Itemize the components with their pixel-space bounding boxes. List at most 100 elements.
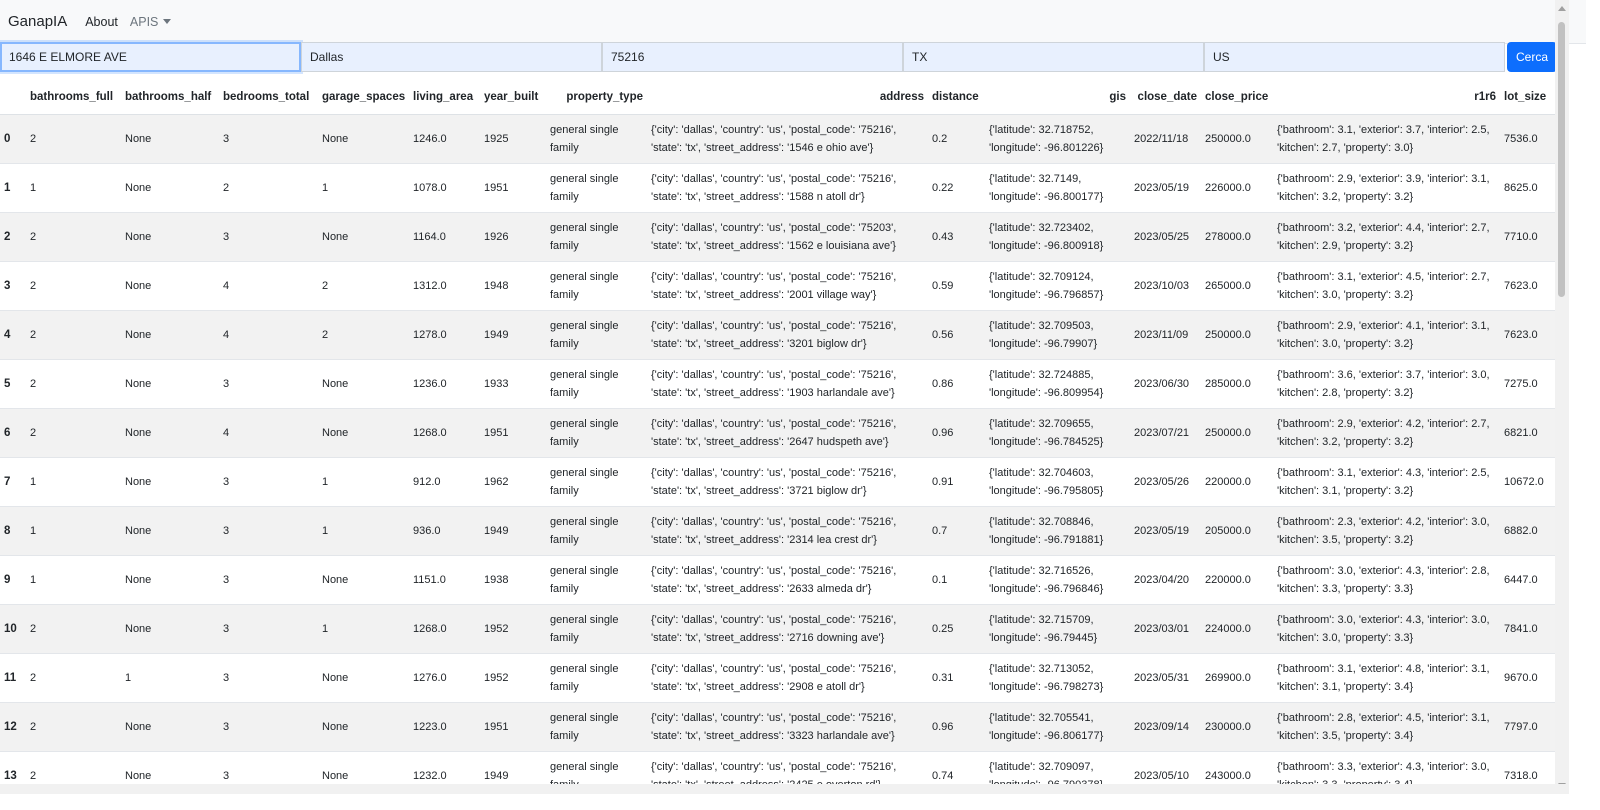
table-cell: 220000.0 [1201,457,1273,507]
table-cell: 0.1 [928,555,985,605]
table-cell: {'bathroom': 2.9, 'exterior': 4.2, 'inte… [1273,408,1500,458]
table-cell: general single family [546,653,647,703]
table-cell: None [121,359,219,409]
row-index: 0 [0,114,26,164]
search-button[interactable]: Cerca [1507,42,1557,72]
state-input[interactable] [903,42,1204,72]
header-cell: property_type [546,80,647,115]
table-row: 5 2 None 3 None 1236.0 1933 general single fami… [0,359,1555,409]
table-cell: 7536.0 [1500,114,1555,164]
table-cell: 1246.0 [409,114,480,164]
table-cell: 1925 [480,114,546,164]
city-input[interactable] [301,42,602,72]
table-cell: 0.59 [928,261,985,311]
table-cell: 1 [26,457,121,507]
table-cell: None [121,751,219,784]
table-cell: {'latitude': 32.713052, 'longitude': -96… [985,653,1130,703]
header-cell: close_price [1201,80,1273,115]
table-cell: 2023/05/10 [1130,751,1201,784]
table-cell: 226000.0 [1201,163,1273,213]
table-cell: 1 [121,653,219,703]
table-cell: {'latitude': 32.724885, 'longitude': -96… [985,359,1130,409]
table-cell: 1268.0 [409,408,480,458]
table-row: 2 2 None 3 None 1164.0 1926 general single fami… [0,212,1555,262]
nav-about-link[interactable]: About [85,15,118,29]
table-cell: {'latitude': 32.709097, 'longitude': -96… [985,751,1130,784]
table-cell: 2 [318,261,409,311]
table-cell: {'bathroom': 2.9, 'exterior': 4.1, 'inte… [1273,310,1500,360]
table-cell: 1276.0 [409,653,480,703]
table-cell: 2023/05/19 [1130,163,1201,213]
table-cell: 1926 [480,212,546,262]
horizontal-scrollbar[interactable] [0,784,1569,794]
brand[interactable]: GanapIA [8,13,67,30]
table-cell: {'city': 'dallas', 'country': 'us', 'pos… [647,163,928,213]
table-cell: general single family [546,212,647,262]
table-cell: 2023/11/09 [1130,310,1201,360]
table-cell: {'latitude': 32.708846, 'longitude': -96… [985,506,1130,556]
row-index: 9 [0,555,26,605]
table-cell: {'bathroom': 3.1, 'exterior': 4.3, 'inte… [1273,457,1500,507]
vertical-scrollbar[interactable] [1555,0,1569,794]
nav-apis-label: APIS [129,14,159,29]
table-cell: 2023/05/31 [1130,653,1201,703]
table-cell: general single family [546,555,647,605]
table-cell: 1 [26,163,121,213]
scroll-up-arrow-icon[interactable] [1558,6,1566,11]
table-cell: 205000.0 [1201,506,1273,556]
table-cell: 0.74 [928,751,985,784]
row-index: 12 [0,702,26,752]
table-cell: {'bathroom': 3.1, 'exterior': 3.7, 'inte… [1273,114,1500,164]
table-cell: 912.0 [409,457,480,507]
table-cell: 0.86 [928,359,985,409]
table-cell: 2 [26,751,121,784]
scrollbar-thumb[interactable] [1558,22,1565,297]
search-form: Cerca [0,42,1586,73]
table-cell: 4 [219,408,318,458]
header-cell: lot_size [1500,80,1555,115]
results-table: bathrooms_full bathrooms_half bedrooms_t… [0,80,1555,784]
zip-input[interactable] [602,42,903,72]
table-cell: 0.91 [928,457,985,507]
table-cell: 1 [26,506,121,556]
table-cell: 278000.0 [1201,212,1273,262]
table-cell: 2 [26,653,121,703]
table-cell: 10672.0 [1500,457,1555,507]
table-cell: None [318,702,409,752]
nav-apis-dropdown[interactable]: APIS [130,15,172,29]
table-cell: {'bathroom': 3.3, 'exterior': 4.3, 'inte… [1273,751,1500,784]
header-cell: year_built [480,80,546,115]
table-cell: None [121,310,219,360]
table-cell: None [121,604,219,654]
table-cell: 8625.0 [1500,163,1555,213]
table-cell: 1232.0 [409,751,480,784]
header-cell: garage_spaces [318,80,409,115]
navbar: GanapIA About APIS [0,0,1586,44]
table-cell: 1151.0 [409,555,480,605]
table-cell: 2 [26,702,121,752]
table-cell: None [318,408,409,458]
table-cell: 1933 [480,359,546,409]
table-cell: None [121,702,219,752]
address-input[interactable] [0,42,301,72]
country-input[interactable] [1204,42,1505,72]
row-index: 6 [0,408,26,458]
table-cell: None [121,163,219,213]
table-cell: 2 [26,359,121,409]
table-cell: 250000.0 [1201,408,1273,458]
table-cell: {'bathroom': 3.1, 'exterior': 4.5, 'inte… [1273,261,1500,311]
table-row: 10 2 None 3 1 1268.0 1952 general single family… [0,604,1555,654]
table-cell: None [318,114,409,164]
table-cell: 3 [219,114,318,164]
table-cell: 1278.0 [409,310,480,360]
table-cell: {'latitude': 32.709655, 'longitude': -96… [985,408,1130,458]
header-index [0,80,26,115]
row-index: 1 [0,163,26,213]
table-cell: None [121,457,219,507]
table-cell: general single family [546,163,647,213]
table-cell: 0.96 [928,408,985,458]
table-cell: {'latitude': 32.723402, 'longitude': -96… [985,212,1130,262]
table-cell: 243000.0 [1201,751,1273,784]
table-cell: None [318,359,409,409]
table-cell: {'latitude': 32.709124, 'longitude': -96… [985,261,1130,311]
